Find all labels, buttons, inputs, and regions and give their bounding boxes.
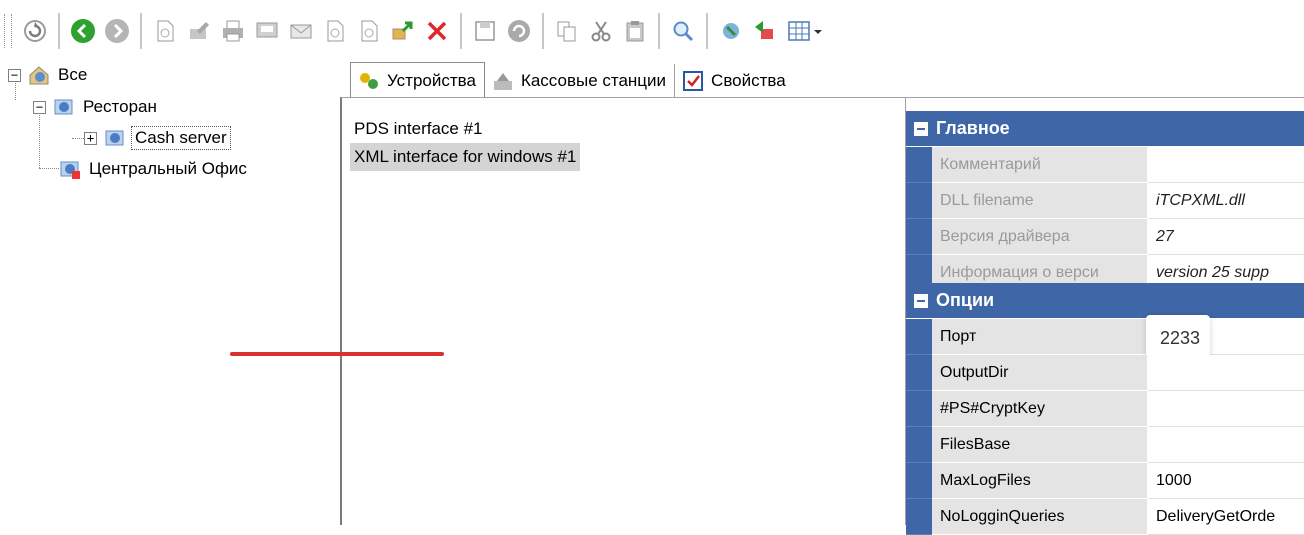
- server-icon: [105, 130, 124, 146]
- edit-icon[interactable]: [184, 14, 214, 48]
- tab-label: Свойства: [711, 71, 786, 90]
- tab-devices[interactable]: Устройства: [350, 62, 485, 98]
- org-tree: − Все − Ресторан + Cash server Центральн…: [0, 62, 340, 525]
- property-grid: Главное Комментарий DLL filename iTCPXML…: [906, 97, 1304, 535]
- tree-node-central-office[interactable]: Центральный Офис: [58, 157, 250, 181]
- forward-icon[interactable]: [102, 14, 132, 48]
- property-value: 27: [1148, 219, 1304, 255]
- property-value[interactable]: [1148, 391, 1304, 427]
- property-value[interactable]: 1000: [1148, 463, 1304, 499]
- expand-toggle[interactable]: +: [84, 131, 97, 145]
- save-icon[interactable]: [470, 14, 500, 48]
- property-value[interactable]: [1148, 427, 1304, 463]
- property-name: #PS#CryptKey: [932, 391, 1148, 427]
- tree-node-all[interactable]: − Все: [8, 63, 90, 87]
- doc-icon[interactable]: [320, 14, 350, 48]
- collapse-toggle[interactable]: −: [8, 68, 21, 82]
- property-name: Порт: [932, 319, 1148, 355]
- collapse-icon[interactable]: [914, 293, 928, 308]
- toolbar-separator: [542, 13, 544, 49]
- property-name: Версия драйвера: [932, 219, 1148, 255]
- tab-cash-stations[interactable]: Кассовые станции: [484, 64, 676, 98]
- group-icon: [54, 99, 73, 115]
- device-list: PDS interface #1 XML interface for windo…: [340, 97, 906, 525]
- paste-icon[interactable]: [620, 14, 650, 48]
- port-value-highlight[interactable]: 2233: [1146, 315, 1210, 359]
- new-doc-icon[interactable]: [150, 14, 180, 48]
- envelope-icon[interactable]: [286, 14, 316, 48]
- filter-icon[interactable]: [716, 14, 746, 48]
- toolbar-separator: [658, 13, 660, 49]
- property-row-port[interactable]: Порт 2233: [906, 315, 1304, 359]
- property-value: [1148, 147, 1304, 183]
- import-icon[interactable]: [750, 14, 780, 48]
- category-options[interactable]: Опции: [906, 283, 1304, 319]
- property-row[interactable]: MaxLogFiles 1000: [906, 463, 1304, 499]
- search-icon[interactable]: [668, 14, 698, 48]
- doc2-icon[interactable]: [354, 14, 384, 48]
- tree-node-restaurant[interactable]: − Ресторан: [33, 95, 160, 119]
- toolbar-separator: [140, 13, 142, 49]
- property-value[interactable]: DeliveryGetOrde: [1148, 499, 1304, 535]
- toolbar-separator: [58, 13, 60, 49]
- refresh-icon[interactable]: [20, 14, 50, 48]
- property-row[interactable]: FilesBase: [906, 427, 1304, 463]
- toolbar-separator: [706, 13, 708, 49]
- property-name: NoLogginQueries: [932, 499, 1148, 535]
- grid-view-dropdown[interactable]: [784, 14, 828, 48]
- property-name: MaxLogFiles: [932, 463, 1148, 499]
- property-row[interactable]: OutputDir: [906, 355, 1304, 391]
- tab-label: Кассовые станции: [520, 71, 667, 90]
- property-name: Комментарий: [932, 147, 1148, 183]
- toolbar-separator: [460, 13, 462, 49]
- port-annotation-underline: [230, 352, 444, 356]
- print-icon[interactable]: [218, 14, 248, 48]
- properties-icon: [683, 71, 704, 91]
- tab-label: Устройства: [387, 70, 476, 90]
- property-row[interactable]: DLL filename iTCPXML.dll: [906, 183, 1304, 219]
- office-icon: [60, 161, 80, 179]
- property-name: FilesBase: [932, 427, 1148, 463]
- cut-icon[interactable]: [586, 14, 616, 48]
- tree-label: Все: [58, 65, 88, 84]
- toolbar-grip[interactable]: [4, 14, 12, 48]
- export-icon[interactable]: [388, 14, 418, 48]
- back-icon[interactable]: [68, 14, 98, 48]
- property-name: OutputDir: [932, 355, 1148, 391]
- tab-properties[interactable]: Свойства: [675, 64, 794, 98]
- property-row[interactable]: #PS#CryptKey: [906, 391, 1304, 427]
- category-label: Главное: [936, 118, 1010, 138]
- property-value[interactable]: [1148, 355, 1304, 391]
- tree-label: Cash server: [131, 126, 231, 150]
- devices-icon: [360, 72, 378, 89]
- main-toolbar: [0, 0, 1304, 62]
- tree-label: Ресторан: [83, 97, 157, 116]
- property-row[interactable]: Версия драйвера 27: [906, 219, 1304, 255]
- cash-station-icon: [493, 73, 512, 90]
- undo-icon[interactable]: [504, 14, 534, 48]
- delete-icon[interactable]: [422, 14, 452, 48]
- category-label: Опции: [936, 290, 995, 310]
- property-name: DLL filename: [932, 183, 1148, 219]
- copy-icon[interactable]: [552, 14, 582, 48]
- device-item[interactable]: PDS interface #1: [350, 115, 487, 143]
- property-value: iTCPXML.dll: [1148, 183, 1304, 219]
- home-icon: [29, 66, 49, 85]
- collapse-toggle[interactable]: −: [33, 100, 46, 114]
- tree-label: Центральный Офис: [89, 159, 247, 178]
- collapse-icon[interactable]: [914, 121, 928, 136]
- tree-node-cash-server[interactable]: + Cash server: [84, 126, 231, 150]
- device-item-selected[interactable]: XML interface for windows #1: [350, 143, 581, 171]
- print-preview-icon[interactable]: [252, 14, 282, 48]
- category-main[interactable]: Главное: [906, 111, 1304, 147]
- property-row[interactable]: Комментарий: [906, 147, 1304, 183]
- tab-bar: Устройства Кассовые станции Свойства: [350, 62, 794, 98]
- property-row[interactable]: NoLogginQueries DeliveryGetOrde: [906, 499, 1304, 535]
